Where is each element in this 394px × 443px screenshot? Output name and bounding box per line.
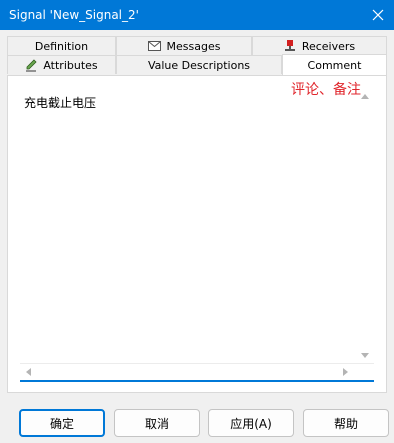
tab-value-descriptions-label: Value Descriptions (147, 58, 251, 72)
title-bar: Signal 'New_Signal_2' (0, 0, 394, 30)
close-button[interactable] (362, 0, 394, 30)
scroll-left-icon[interactable] (26, 368, 31, 376)
help-button[interactable]: 帮助 (303, 409, 389, 437)
tab-definition[interactable]: Definition (7, 36, 116, 55)
scroll-down-icon[interactable] (361, 353, 369, 358)
tab-comment[interactable]: Comment (282, 54, 387, 75)
scroll-up-icon[interactable] (361, 94, 369, 99)
dialog-client-area: Definition Messages Receivers Attributes… (0, 30, 394, 443)
window-title: Signal 'New_Signal_2' (9, 8, 139, 22)
ok-button[interactable]: 确定 (19, 409, 105, 437)
tab-attributes-label: Attributes (43, 58, 98, 72)
comment-text[interactable]: 充电截止电压 (24, 94, 96, 111)
envelope-icon (147, 41, 161, 51)
scroll-right-icon[interactable] (343, 368, 348, 376)
horizontal-scrollbar[interactable] (20, 363, 374, 381)
tab-receivers[interactable]: Receivers (252, 36, 387, 55)
receiver-pin-icon (284, 40, 296, 52)
tab-value-descriptions[interactable]: Value Descriptions (116, 55, 282, 74)
comment-textarea[interactable]: 充电截止电压 (20, 89, 374, 381)
close-icon (372, 9, 384, 21)
vertical-scrollbar[interactable] (357, 89, 374, 363)
tab-definition-label: Definition (34, 39, 89, 53)
tab-messages-label: Messages (166, 39, 221, 53)
pencil-icon (25, 58, 37, 72)
tab-comment-label: Comment (307, 58, 362, 72)
apply-button[interactable]: 应用(A) (208, 409, 294, 437)
textarea-focus-underline (20, 380, 374, 382)
tab-attributes[interactable]: Attributes (7, 55, 116, 74)
tab-receivers-label: Receivers (301, 39, 356, 53)
tab-messages[interactable]: Messages (116, 36, 252, 55)
cancel-button[interactable]: 取消 (114, 409, 200, 437)
annotation-text: 评论、备注 (291, 82, 361, 98)
